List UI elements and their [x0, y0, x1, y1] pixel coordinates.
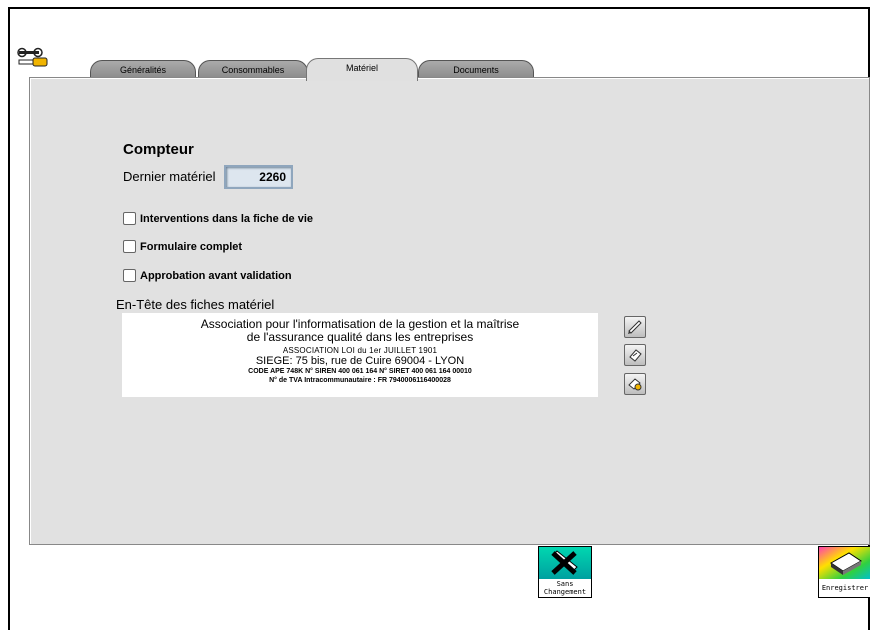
- header-line-3: ASSOCIATION LOI du 1er JUILLET 1901: [282, 346, 438, 355]
- materiel-panel: Compteur Dernier matériel 2260 Intervent…: [29, 77, 870, 545]
- checkbox[interactable]: [123, 212, 136, 225]
- header-label: En-Tête des fiches matériel: [116, 297, 275, 312]
- edit-header-button[interactable]: [624, 316, 646, 338]
- save-icon: [819, 547, 870, 579]
- page-icon: [629, 349, 642, 362]
- option-formulaire-complet[interactable]: Formulaire complet: [123, 240, 242, 253]
- header-line-6: N° de TVA Intracommunautaire : FR 794000…: [269, 377, 451, 384]
- option-approbation[interactable]: Approbation avant validation: [123, 269, 292, 282]
- header-preview: Association pour l'informatisation de la…: [122, 313, 598, 397]
- window-border-left: [8, 7, 10, 630]
- eraser-icon: [628, 378, 642, 391]
- option-label: Interventions dans la fiche de vie: [140, 212, 313, 225]
- view-header-button[interactable]: [624, 344, 646, 366]
- counter-label: Dernier matériel: [123, 169, 216, 184]
- tools-icon[interactable]: [17, 46, 55, 72]
- section-title: Compteur: [123, 141, 194, 158]
- header-line-4: SIEGE: 75 bis, rue de Cuire 69004 - LYON: [255, 355, 465, 367]
- checkbox[interactable]: [123, 240, 136, 253]
- no-change-label-1: Sans: [556, 580, 574, 588]
- no-change-label-2: Changement: [543, 588, 587, 596]
- edit-icon: [628, 320, 642, 334]
- no-change-button[interactable]: Sans Changement: [538, 546, 592, 598]
- header-line-2: de l'assurance qualité dans les entrepri…: [246, 330, 474, 344]
- save-button[interactable]: Enregistrer: [818, 546, 870, 598]
- save-label: Enregistrer: [821, 584, 869, 592]
- no-change-icon: [539, 547, 591, 579]
- header-line-5: CODE APE 748K N° SIREN 400 061 164 N° SI…: [248, 368, 472, 375]
- option-interventions[interactable]: Interventions dans la fiche de vie: [123, 212, 313, 225]
- option-label: Approbation avant validation: [140, 269, 292, 282]
- clear-header-button[interactable]: [624, 373, 646, 395]
- counter-field[interactable]: 2260: [224, 165, 293, 189]
- tab-materiel[interactable]: Matériel: [306, 58, 418, 81]
- option-label: Formulaire complet: [140, 240, 243, 253]
- checkbox[interactable]: [123, 269, 136, 282]
- window-border-top: [8, 7, 870, 9]
